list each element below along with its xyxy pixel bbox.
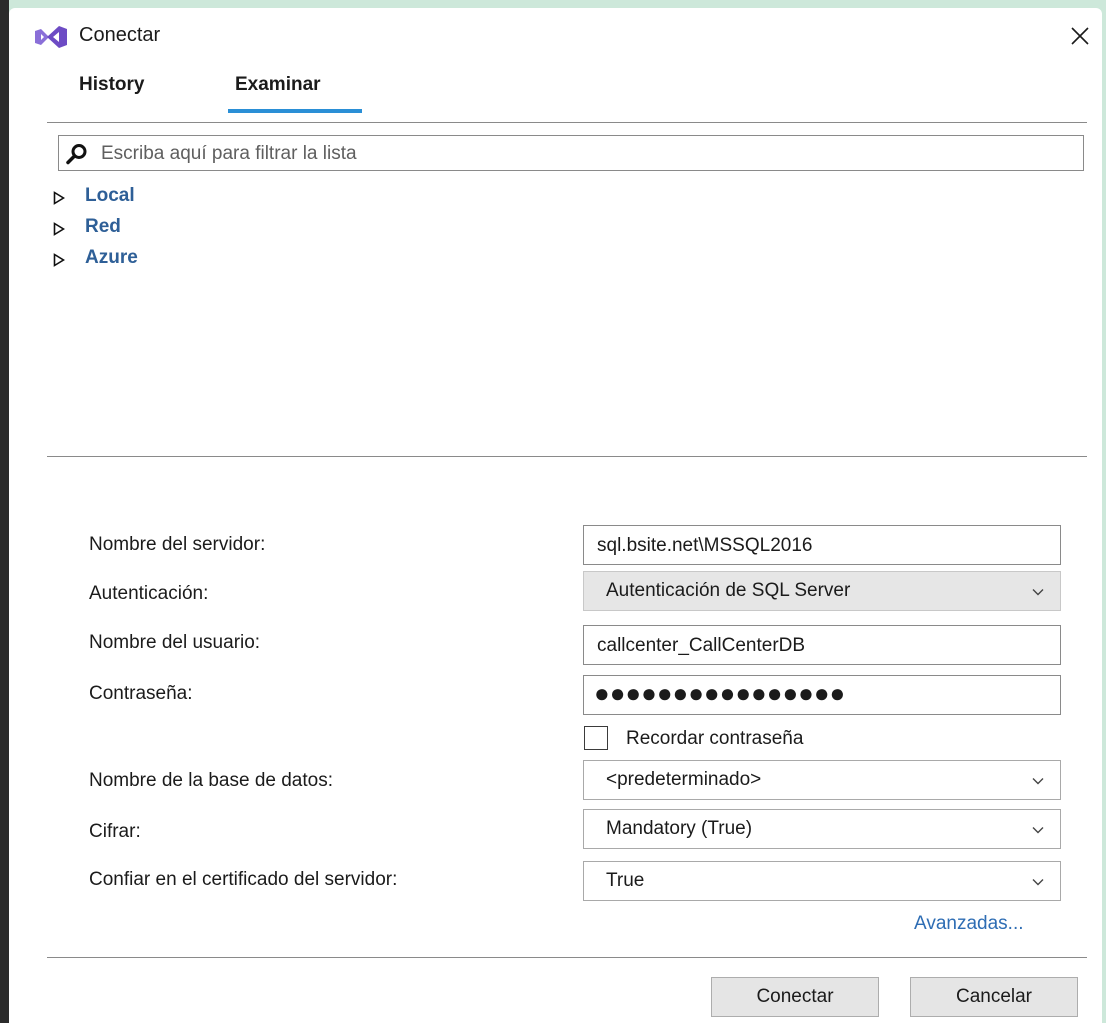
server-name-label: Nombre del servidor: [89, 534, 266, 555]
close-icon [1071, 27, 1089, 45]
trust-certificate-value: True [606, 870, 645, 891]
tree-item-label: Azure [85, 247, 138, 268]
connect-button[interactable]: Conectar [711, 977, 879, 1017]
expand-triangle-icon [53, 253, 65, 267]
advanced-link[interactable]: Avanzadas... [914, 913, 1024, 935]
authentication-select[interactable]: Autenticación de SQL Server [583, 571, 1061, 611]
background-window-edge [0, 0, 9, 1023]
user-name-input[interactable] [595, 632, 1054, 660]
tree-item-label: Local [85, 185, 135, 206]
database-label: Nombre de la base de datos: [89, 770, 333, 791]
password-label: Contraseña: [89, 683, 193, 704]
user-name-label: Nombre del usuario: [89, 632, 261, 653]
expand-triangle-icon [53, 191, 65, 205]
cancel-button[interactable]: Cancelar [910, 977, 1078, 1017]
encrypt-value: Mandatory (True) [606, 818, 753, 839]
chevron-down-icon [1032, 827, 1044, 834]
authentication-value: Autenticación de SQL Server [606, 580, 851, 601]
encrypt-label: Cifrar: [89, 821, 141, 842]
divider [47, 957, 1087, 958]
filter-input[interactable] [99, 139, 1073, 169]
tree-item-label: Red [85, 216, 121, 237]
password-mask: ●●●●●●●●●●●●●●●● [594, 678, 846, 708]
encrypt-select[interactable]: Mandatory (True) [583, 809, 1061, 849]
server-name-field[interactable] [583, 525, 1061, 565]
divider [47, 456, 1087, 457]
title-bar: Conectar [9, 8, 1102, 66]
visual-studio-logo-icon [35, 26, 67, 48]
chevron-down-icon [1032, 589, 1044, 596]
window-title: Conectar [79, 24, 161, 46]
connect-dialog: Conectar History Examinar Local Red A [9, 8, 1102, 1023]
remember-password-checkbox[interactable] [584, 726, 608, 750]
tab-examinar[interactable]: Examinar [235, 74, 321, 96]
remember-password-label[interactable]: Recordar contraseña [626, 728, 803, 750]
chevron-down-icon [1032, 778, 1044, 785]
filter-box[interactable] [58, 135, 1084, 171]
expand-triangle-icon [53, 222, 65, 236]
authentication-label: Autenticación: [89, 583, 209, 604]
search-icon [66, 144, 87, 165]
database-select[interactable]: <predeterminado> [583, 760, 1061, 800]
trust-certificate-label: Confiar en el certificado del servidor: [89, 869, 398, 890]
close-button[interactable] [1062, 18, 1098, 54]
user-name-field[interactable] [583, 625, 1061, 665]
active-tab-indicator [228, 109, 362, 113]
trust-certificate-select[interactable]: True [583, 861, 1061, 901]
password-field[interactable]: ●●●●●●●●●●●●●●●● [583, 675, 1061, 715]
server-name-input[interactable] [595, 532, 1054, 560]
divider [47, 122, 1087, 123]
database-value: <predeterminado> [606, 769, 762, 790]
tab-history[interactable]: History [79, 74, 144, 96]
chevron-down-icon [1032, 879, 1044, 886]
